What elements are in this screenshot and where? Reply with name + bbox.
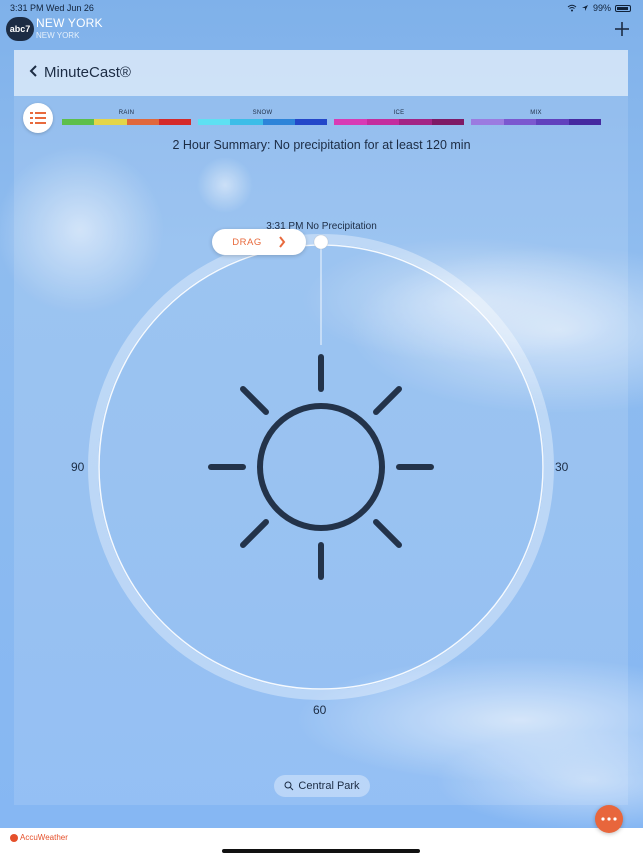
accuweather-label: AccuWeather: [20, 833, 68, 842]
sun-icon: [208, 354, 434, 580]
more-icon: [601, 817, 617, 821]
dial-handle[interactable]: [313, 234, 329, 250]
accuweather-logo: AccuWeather: [10, 833, 68, 842]
dial-label-90: 90: [71, 460, 85, 474]
home-indicator: [222, 849, 420, 853]
drag-button[interactable]: DRAG: [212, 229, 306, 255]
location-search-button[interactable]: Central Park: [274, 775, 370, 797]
dial-label-30: 30: [555, 460, 569, 474]
dial-time-label: 3:31 PM No Precipitation: [266, 221, 377, 232]
accuweather-sun-icon: [10, 833, 18, 842]
chevron-right-icon: [278, 236, 285, 248]
more-options-button[interactable]: [595, 805, 623, 833]
search-icon: [284, 781, 294, 791]
dial-label-60: 60: [313, 703, 327, 717]
drag-label: DRAG: [232, 236, 262, 248]
minutecast-dial[interactable]: [0, 0, 643, 858]
bottom-bar: [0, 828, 643, 858]
location-search-label: Central Park: [298, 780, 360, 792]
